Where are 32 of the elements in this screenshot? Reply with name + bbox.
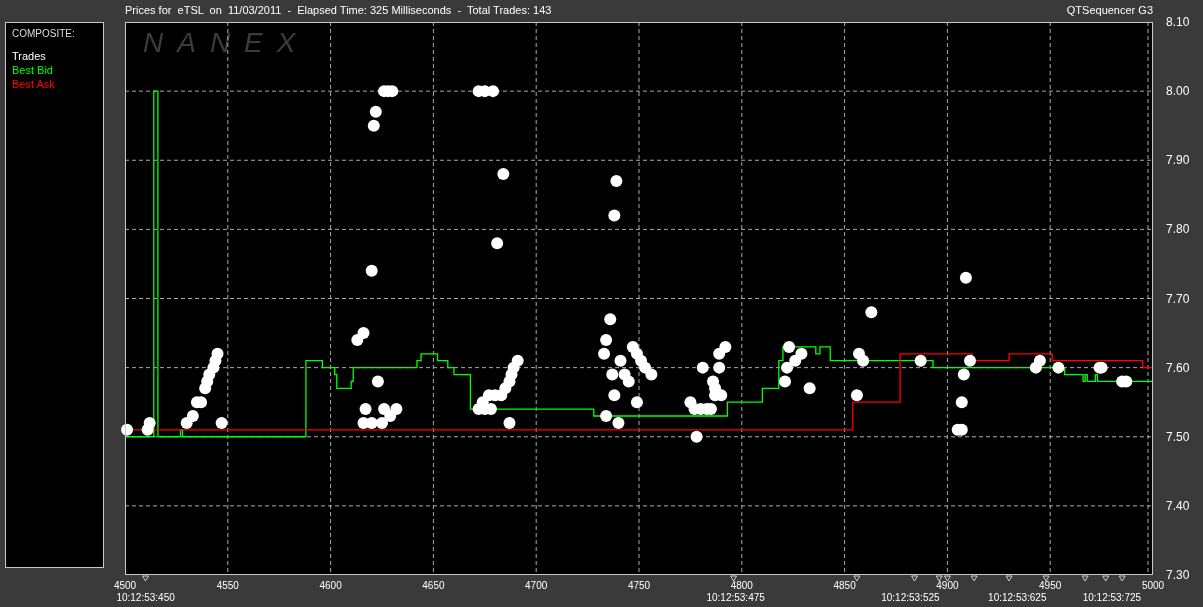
y-axis-label: 7.30: [1166, 568, 1190, 582]
chart-title: Prices for eTSL on 11/03/2011 - Elapsed Time: 325 Milliseconds - Total Trades: 143: [125, 4, 552, 16]
time-label: 10:12:53:450: [116, 592, 175, 603]
x-axis-label: 4750: [627, 580, 651, 591]
x-axis-label: 4900: [936, 580, 959, 591]
x-axis-label: 4800: [730, 580, 753, 591]
y-axis-label: 7.80: [1166, 222, 1190, 237]
x-axis-label: 4950: [1039, 580, 1062, 591]
x-axis-label: 4550: [216, 580, 239, 591]
x-axis-label: 4850: [833, 580, 856, 591]
logo-watermark: NANEX: [143, 27, 310, 58]
legend-item: Best Bid: [12, 64, 54, 76]
legend-item: Best Ask: [12, 78, 56, 90]
time-label: 10:12:53:725: [1082, 592, 1142, 603]
y-axis-label: 7.70: [1166, 291, 1190, 306]
legend-title: COMPOSITE:: [12, 28, 76, 39]
time-label: 10:12:53:475: [706, 592, 765, 603]
time-label: 10:12:53:525: [881, 592, 940, 603]
x-axis-label: 4600: [319, 580, 342, 591]
y-axis-label: 8.10: [1166, 16, 1190, 29]
y-axis-label: 7.40: [1166, 498, 1190, 513]
app-name: QTSequencer G3: [1066, 4, 1153, 16]
y-axis-label: 7.90: [1166, 153, 1190, 168]
y-axis-label: 7.60: [1166, 360, 1190, 375]
y-axis-label: 7.50: [1166, 429, 1190, 444]
x-axis-label: 5000: [1141, 580, 1165, 591]
time-label: 10:12:53:625: [988, 592, 1047, 603]
x-axis-label: 4650: [422, 580, 445, 591]
x-axis-label: 4500: [113, 580, 137, 591]
y-axis-label: 8.00: [1166, 84, 1190, 99]
legend-item: Trades: [12, 50, 47, 62]
x-axis-label: 4700: [525, 580, 548, 591]
